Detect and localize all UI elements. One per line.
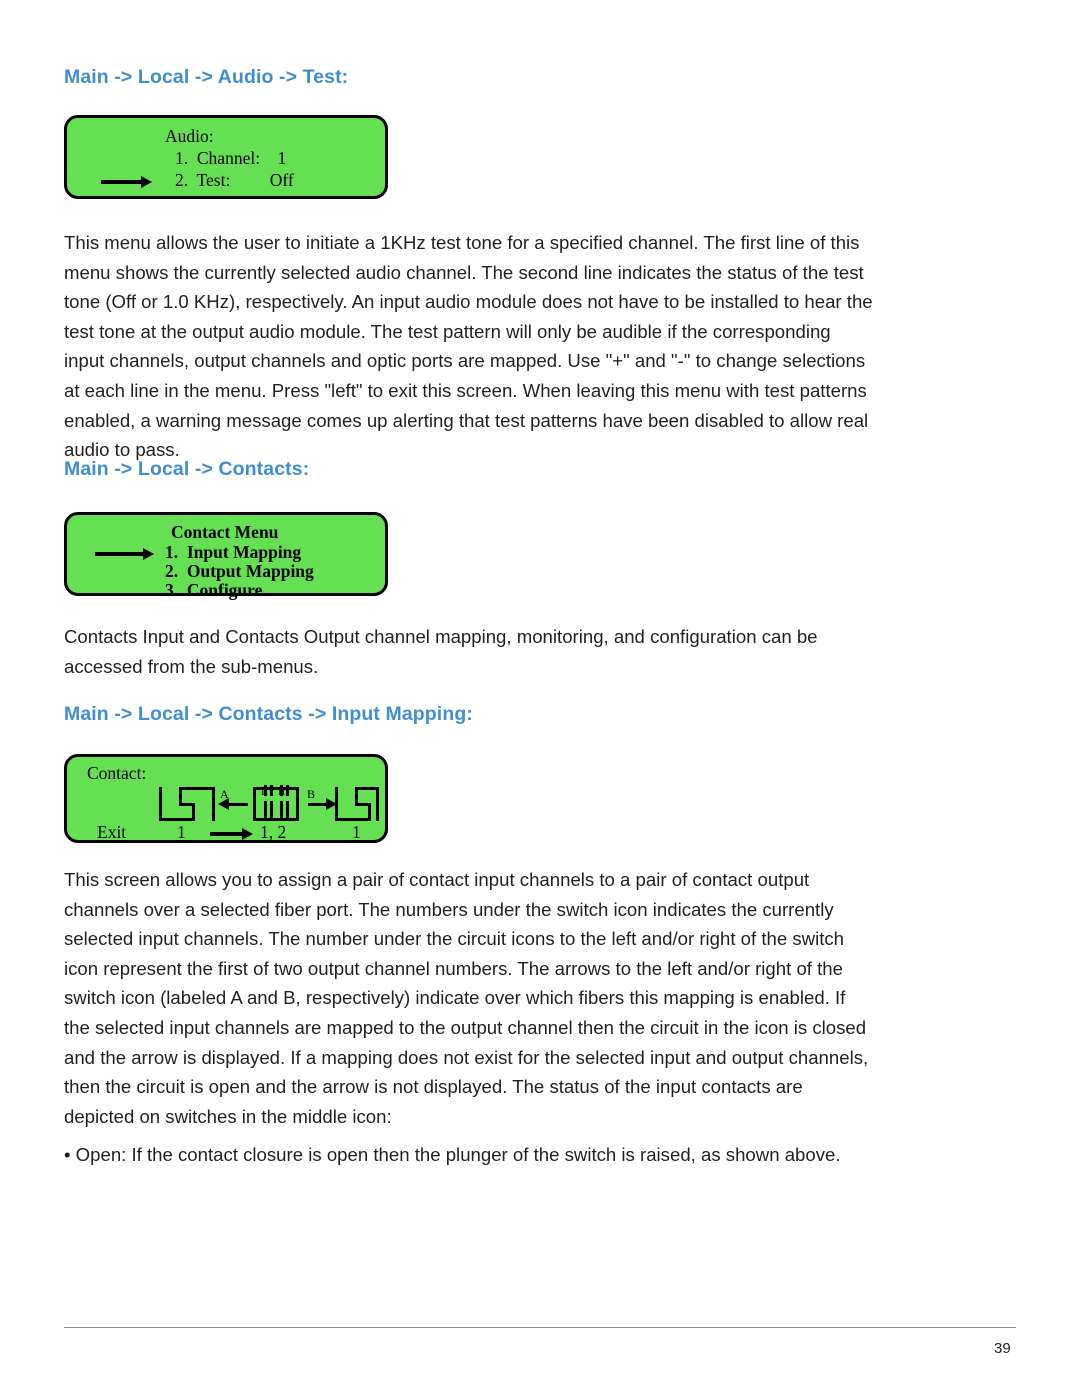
switch-label-2: II bbox=[278, 786, 286, 798]
lcd-title-audio: Audio: bbox=[165, 126, 214, 146]
bullet-open-contact: • Open: If the contact closure is open t… bbox=[64, 1144, 841, 1165]
document-page: Main -> Local -> Audio -> Test: Audio: 1… bbox=[0, 0, 1080, 1397]
lcd-item-test: 2. Test: Off bbox=[175, 170, 294, 190]
lcd-exit-label[interactable]: Exit bbox=[97, 821, 126, 843]
lcd-item-channel: 1. Channel: 1 bbox=[175, 148, 287, 168]
section-heading-contacts: Main -> Local -> Contacts: bbox=[64, 458, 310, 480]
lcd-screen-audio-test: Audio: 1. Channel: 1 2. Test: Off bbox=[64, 115, 388, 199]
lcd-value-right[interactable]: 1 bbox=[352, 821, 361, 843]
paragraph-audio-test: This menu allows the user to initiate a … bbox=[64, 232, 873, 461]
lcd-value-left[interactable]: 1 bbox=[177, 821, 186, 843]
lcd-screen-contacts: Contact Menu 1. Input Mapping 2. Output … bbox=[64, 512, 388, 600]
lcd-screen-input-mapping: Contact: A II II B Exit 1 1, 2 1 bbox=[64, 754, 388, 843]
port-b-label: B bbox=[307, 787, 316, 801]
footer-divider bbox=[64, 1327, 1016, 1328]
section-heading-audio-test: Main -> Local -> Audio -> Test: bbox=[64, 66, 349, 88]
paragraph-input-mapping: This screen allows you to assign a pair … bbox=[64, 869, 869, 1127]
section-heading-input-mapping: Main -> Local -> Contacts -> Input Mappi… bbox=[64, 703, 473, 725]
lcd-title-contact: Contact: bbox=[87, 763, 147, 783]
switch-label-1: II bbox=[261, 786, 269, 798]
paragraph-contacts: Contacts Input and Contacts Output chann… bbox=[64, 626, 818, 677]
page-number: 39 bbox=[994, 1340, 1011, 1357]
lcd-value-center[interactable]: 1, 2 bbox=[260, 821, 286, 843]
lcd-title-contact-menu: Contact Menu bbox=[171, 522, 279, 542]
lcd-item-configure: 3. Configure bbox=[165, 580, 263, 600]
